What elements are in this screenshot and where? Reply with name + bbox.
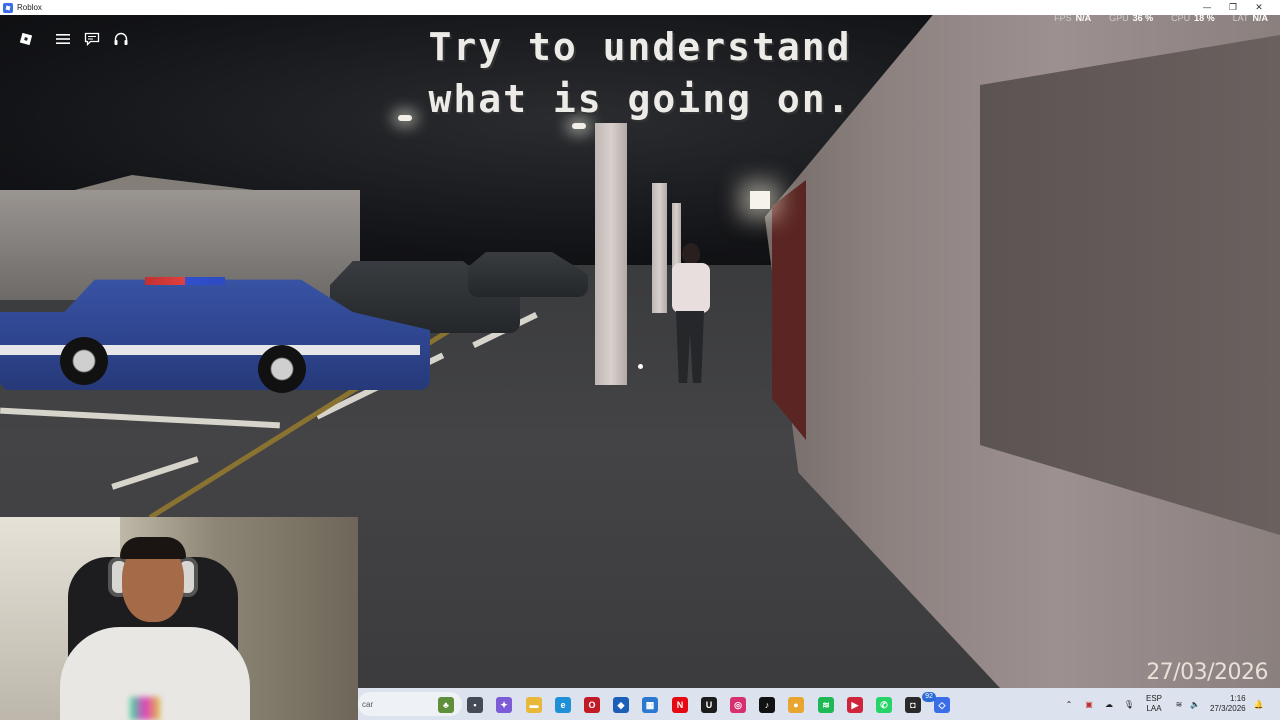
walkway-pillar bbox=[652, 183, 667, 313]
roblox-logo-icon[interactable] bbox=[17, 30, 35, 48]
npc-woman bbox=[668, 243, 714, 388]
chrome-icon[interactable]: ● bbox=[788, 697, 804, 713]
notification-bell-icon[interactable]: 🔔 bbox=[1252, 700, 1266, 709]
task-view-icon[interactable]: ▪ bbox=[467, 697, 483, 713]
minimize-button[interactable]: — bbox=[1194, 0, 1220, 15]
police-lightbar bbox=[145, 277, 225, 285]
clock[interactable]: 1:16 27/3/2026 bbox=[1210, 694, 1246, 714]
message-line-2: what is going on. bbox=[428, 77, 852, 121]
opera-icon[interactable]: O bbox=[584, 697, 600, 713]
roblox-taskbar-icon[interactable]: ◇ bbox=[934, 697, 950, 713]
tray-overflow-chevron-icon[interactable]: ⌃ bbox=[1062, 700, 1076, 709]
screen: Roblox — ❐ ✕ Try to understand what is g… bbox=[0, 0, 1280, 720]
tiktok-icon[interactable]: ♪ bbox=[759, 697, 775, 713]
webcam-overlay bbox=[0, 517, 358, 720]
instagram-icon[interactable]: ◎ bbox=[730, 697, 746, 713]
widgets-icon[interactable]: ♣ bbox=[438, 697, 454, 713]
npc-legs bbox=[676, 311, 704, 383]
netflix-icon[interactable]: N bbox=[672, 697, 688, 713]
spotify-icon[interactable]: ≋ bbox=[818, 697, 834, 713]
tray-app-icon[interactable]: ▣ bbox=[1082, 700, 1096, 709]
window-title: Roblox bbox=[17, 3, 42, 12]
clock-time: 1:16 bbox=[1230, 694, 1246, 703]
volume-icon[interactable]: 🔈 bbox=[1188, 700, 1202, 709]
window-titlebar: Roblox — ❐ ✕ bbox=[0, 0, 1280, 15]
video-app-icon[interactable]: ▶ bbox=[847, 697, 863, 713]
store-icon[interactable]: ▦ bbox=[642, 697, 658, 713]
clock-date: 27/3/2026 bbox=[1210, 704, 1246, 713]
npc-torso bbox=[672, 263, 710, 313]
whatsapp-icon[interactable]: ✆ bbox=[876, 697, 892, 713]
language-code: ESP bbox=[1146, 694, 1163, 703]
microphone-icon[interactable]: 🎙 bbox=[1122, 700, 1136, 709]
street-lamp bbox=[572, 123, 586, 129]
chat-icon[interactable] bbox=[83, 30, 101, 48]
message-line-1: Try to understand bbox=[428, 25, 852, 69]
search-text: car bbox=[362, 699, 374, 709]
headphones-icon[interactable] bbox=[112, 30, 130, 48]
close-button[interactable]: ✕ bbox=[1246, 0, 1272, 15]
hamburger-menu-icon[interactable] bbox=[54, 30, 72, 48]
maximize-button[interactable]: ❐ bbox=[1220, 0, 1246, 15]
car-wheel bbox=[258, 345, 306, 393]
onedrive-icon[interactable]: ☁ bbox=[1102, 700, 1116, 709]
android-icon[interactable]: ◘ bbox=[905, 697, 921, 713]
streamer-hair bbox=[120, 537, 186, 559]
rgb-light bbox=[130, 697, 160, 720]
whatsapp-badge: 92 bbox=[922, 692, 936, 702]
wall-lamp bbox=[750, 191, 770, 209]
roblox-app-icon bbox=[3, 2, 13, 13]
motel-door bbox=[772, 180, 806, 440]
upwork-icon[interactable]: U bbox=[701, 697, 717, 713]
language-indicator[interactable]: ESP LAA bbox=[1146, 694, 1162, 714]
npc-head bbox=[682, 243, 700, 265]
keyboard-layout: LAA bbox=[1146, 704, 1162, 713]
edge-icon[interactable]: e bbox=[555, 697, 571, 713]
system-tray: ⌃ ▣ ☁ 🎙 ESP LAA ≋ 🔈 1:16 27/3/2026 🔔 bbox=[1062, 688, 1266, 720]
crosshair-dot bbox=[638, 364, 643, 369]
file-explorer-icon[interactable]: ▬ bbox=[526, 697, 542, 713]
copilot-icon[interactable]: ✦ bbox=[496, 697, 512, 713]
car-wheel bbox=[60, 337, 108, 385]
walkway-pillar bbox=[595, 123, 627, 385]
security-icon[interactable]: ◆ bbox=[613, 697, 629, 713]
date-watermark: 27/03/2026 bbox=[1146, 660, 1268, 685]
wifi-icon[interactable]: ≋ bbox=[1172, 700, 1186, 709]
